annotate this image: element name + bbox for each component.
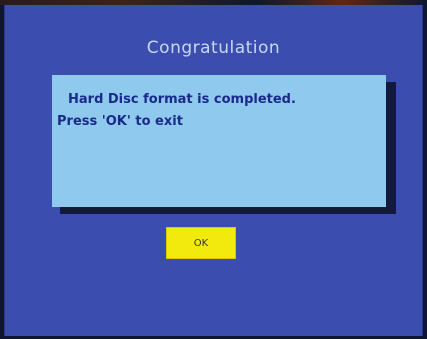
dialog-title: Congratulation [146, 38, 281, 58]
message-line-press-ok: Press 'OK' to exit [57, 114, 183, 129]
screen: Congratulation Hard Disc format is compl… [0, 0, 427, 339]
message-line-format-complete: Hard Disc format is completed. [68, 92, 296, 107]
ok-button[interactable]: OK [166, 227, 236, 259]
message-box: Hard Disc format is completed. Press 'OK… [52, 75, 386, 207]
completion-dialog: Congratulation Hard Disc format is compl… [4, 5, 423, 336]
